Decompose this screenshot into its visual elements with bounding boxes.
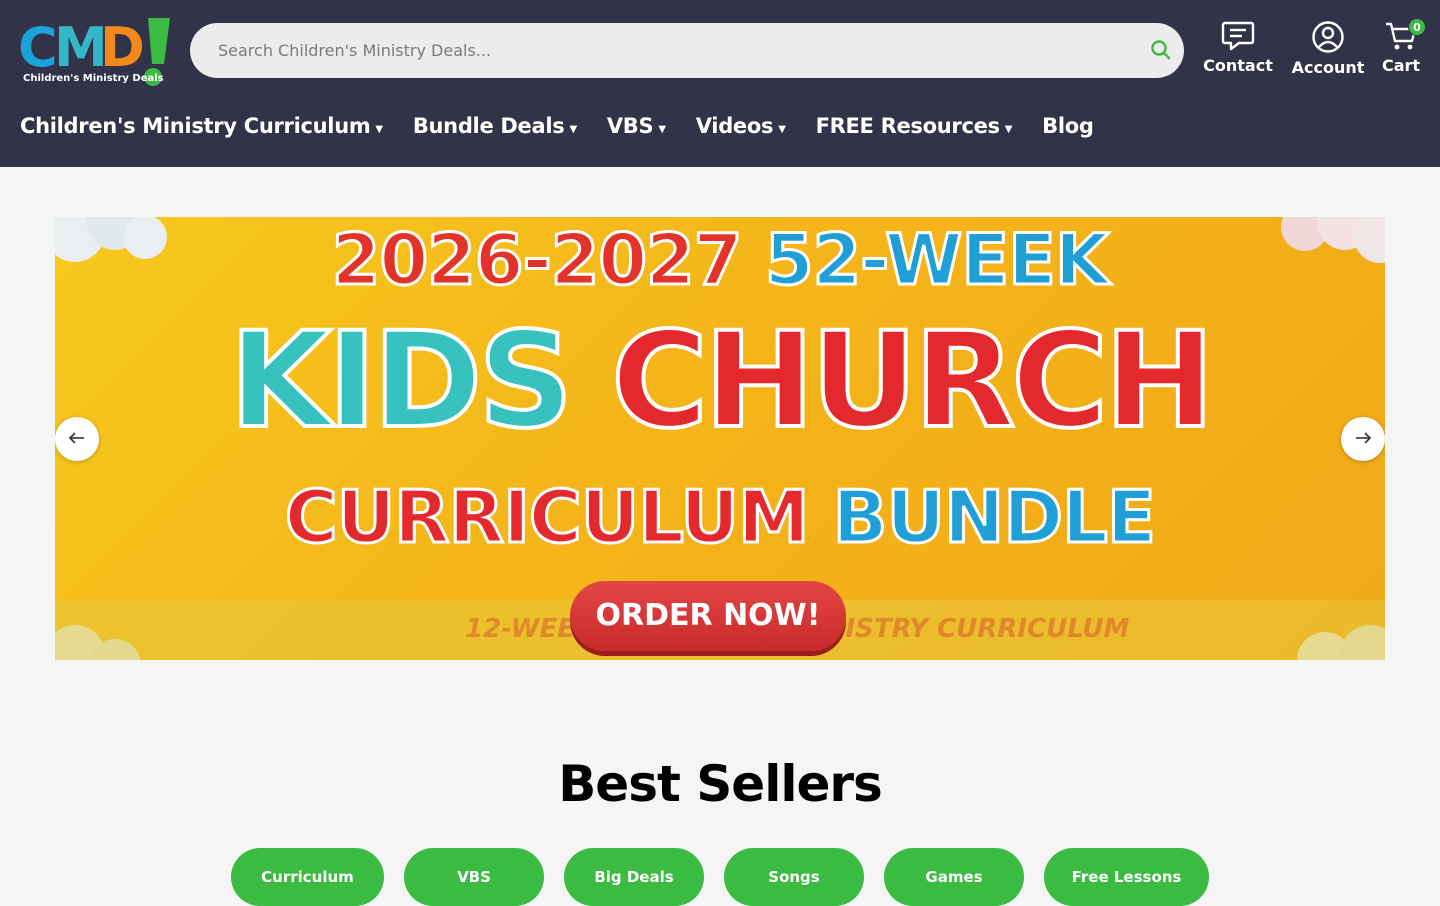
svg-text:D: D — [100, 16, 142, 79]
nav-item-label: VBS — [606, 114, 654, 138]
cart-link[interactable]: 0 Cart — [1376, 18, 1426, 75]
banner-word-kids: KIDS — [227, 304, 575, 458]
carousel-prev-button[interactable] — [55, 417, 99, 461]
chevron-down-icon: ▼ — [1004, 123, 1013, 135]
carousel-next-button[interactable] — [1341, 417, 1385, 461]
category-pill-free-lessons[interactable]: Free Lessons — [1044, 848, 1209, 906]
category-pill-curriculum[interactable]: Curriculum — [231, 848, 384, 906]
chevron-down-icon: ▼ — [778, 123, 786, 135]
search-input[interactable] — [190, 23, 1184, 78]
contact-label: Contact — [1203, 56, 1273, 75]
nav-item-label: FREE Resources — [815, 114, 1000, 138]
svg-text:C: C — [18, 16, 55, 79]
category-pill-vbs[interactable]: VBS — [404, 848, 544, 906]
svg-text:M: M — [54, 16, 105, 79]
banner-word-curriculum: CURRICULUM — [283, 474, 811, 561]
account-label: Account — [1291, 58, 1365, 77]
best-sellers-title: Best Sellers — [558, 755, 883, 813]
hero-banner[interactable]: 2026-2027 52-WEEK KIDS CHURCH CURRICULUM… — [55, 217, 1385, 660]
account-link[interactable]: Account — [1290, 20, 1366, 77]
banner-duration: 52-WEEK — [763, 218, 1110, 303]
cart-label: Cart — [1381, 56, 1421, 75]
category-pill-big-deals[interactable]: Big Deals — [564, 848, 704, 906]
category-pill-games[interactable]: Games — [884, 848, 1024, 906]
chat-icon — [1200, 20, 1276, 52]
category-pill-songs[interactable]: Songs — [724, 848, 864, 906]
order-now-button[interactable]: ORDER NOW! — [570, 581, 846, 651]
nav-item-bundle-deals[interactable]: Bundle Deals ▼ — [413, 114, 577, 138]
user-circle-icon — [1290, 20, 1366, 54]
nav-item-vbs[interactable]: VBS ▼ — [607, 114, 666, 138]
chevron-down-icon: ▼ — [375, 123, 383, 135]
nav-item-label: Children's Ministry Curriculum — [20, 114, 371, 138]
banner-year: 2026-2027 — [330, 218, 744, 303]
banner-word-bundle: BUNDLE — [831, 474, 1157, 561]
arrow-right-icon — [1354, 430, 1372, 449]
nav-item-blog[interactable]: Blog — [1042, 114, 1094, 138]
chevron-down-icon: ▼ — [569, 123, 577, 135]
chevron-down-icon: ▼ — [658, 123, 666, 135]
search-icon[interactable] — [1148, 37, 1174, 63]
banner-headline-line3: CURRICULUM BUNDLE — [55, 474, 1385, 561]
nav-item-label: Bundle Deals — [412, 114, 565, 138]
search-bar — [190, 23, 1184, 78]
main-nav: Children's Ministry Curriculum ▼ Bundle D… — [20, 108, 1124, 144]
nav-item-label: Videos — [695, 114, 774, 138]
nav-item-videos[interactable]: Videos ▼ — [696, 114, 786, 138]
banner-headline-line1: 2026-2027 52-WEEK — [55, 218, 1385, 303]
site-header: C M D Children's Ministry Deals Contact … — [0, 0, 1440, 167]
contact-link[interactable]: Contact — [1200, 20, 1276, 75]
cart-count-badge: 0 — [1408, 18, 1426, 36]
nav-item-curriculum[interactable]: Children's Ministry Curriculum ▼ — [20, 114, 383, 138]
banner-headline-line2: KIDS CHURCH — [55, 306, 1385, 455]
nav-item-label: Blog — [1042, 114, 1094, 138]
site-logo[interactable]: C M D Children's Ministry Deals — [18, 16, 174, 88]
banner-word-church: CHURCH — [609, 304, 1217, 458]
arrow-left-icon — [68, 430, 86, 449]
svg-text:Children's Ministry Deals: Children's Ministry Deals — [23, 73, 164, 84]
nav-item-free-resources[interactable]: FREE Resources ▼ — [816, 114, 1013, 138]
